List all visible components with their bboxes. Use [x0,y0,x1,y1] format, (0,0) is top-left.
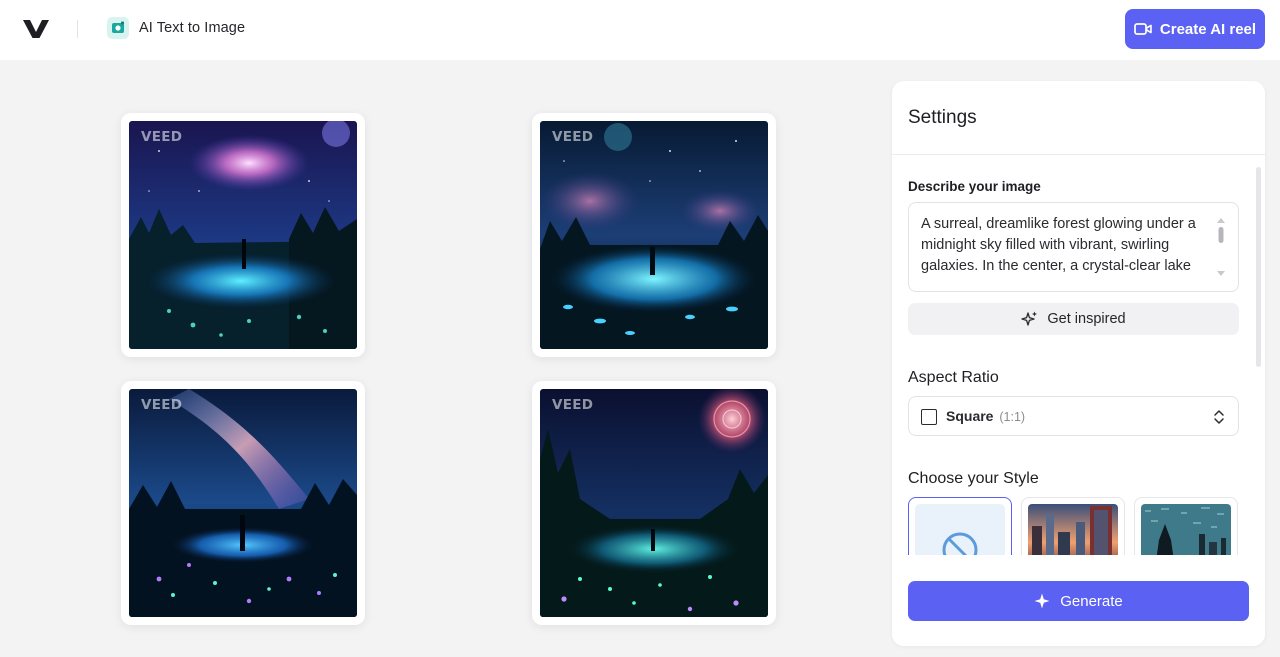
textarea-scrollbar[interactable] [1216,217,1226,279]
generated-image [129,389,357,617]
generated-image [540,121,768,349]
chevron-up-down-icon [1214,410,1224,424]
sparkle-wand-icon [1021,311,1038,326]
describe-label: Describe your image [908,179,1041,194]
create-ai-reel-button[interactable]: Create AI reel [1125,9,1265,49]
prompt-text[interactable]: A surreal, dreamlike forest glowing unde… [921,214,1217,278]
top-bar: AI Text to Image Create AI reel [0,0,1280,60]
veed-watermark: VEED [141,397,183,413]
text-to-image-icon [107,17,129,39]
settings-divider [892,154,1265,155]
settings-title: Settings [908,107,977,128]
header-divider [77,20,78,38]
create-ai-reel-label: Create AI reel [1159,20,1257,38]
tool-title: AI Text to Image [139,20,246,36]
get-inspired-button[interactable]: Get inspired [908,303,1239,335]
veed-watermark: VEED [552,397,594,413]
generated-image-card[interactable]: VEED [532,381,776,625]
generate-button[interactable]: Generate [908,581,1249,621]
generated-image [129,121,357,349]
sparkle-icon [1034,593,1050,609]
aspect-ratio-label: Aspect Ratio [908,369,999,386]
style-label: Choose your Style [908,470,1039,487]
video-camera-icon [1134,23,1152,35]
get-inspired-label: Get inspired [1047,311,1126,327]
veed-watermark: VEED [141,129,183,145]
generated-image [540,389,768,617]
aspect-ratio-sub: (1:1) [999,410,1026,424]
settings-panel: Settings Describe your image A surreal, … [892,81,1265,646]
generated-image-card[interactable]: VEED [532,113,776,357]
square-ratio-icon [921,409,937,425]
veed-logo-icon[interactable] [22,18,50,40]
veed-watermark: VEED [552,129,594,145]
aspect-ratio-select[interactable]: Square (1:1) [908,396,1239,436]
aspect-ratio-value: Square (1:1) [946,408,1026,424]
generate-label: Generate [1060,592,1123,610]
generated-image-card[interactable]: VEED [121,113,365,357]
generated-image-card[interactable]: VEED [121,381,365,625]
prompt-textarea[interactable]: A surreal, dreamlike forest glowing unde… [908,202,1239,292]
settings-scrollbar[interactable] [1256,167,1261,367]
